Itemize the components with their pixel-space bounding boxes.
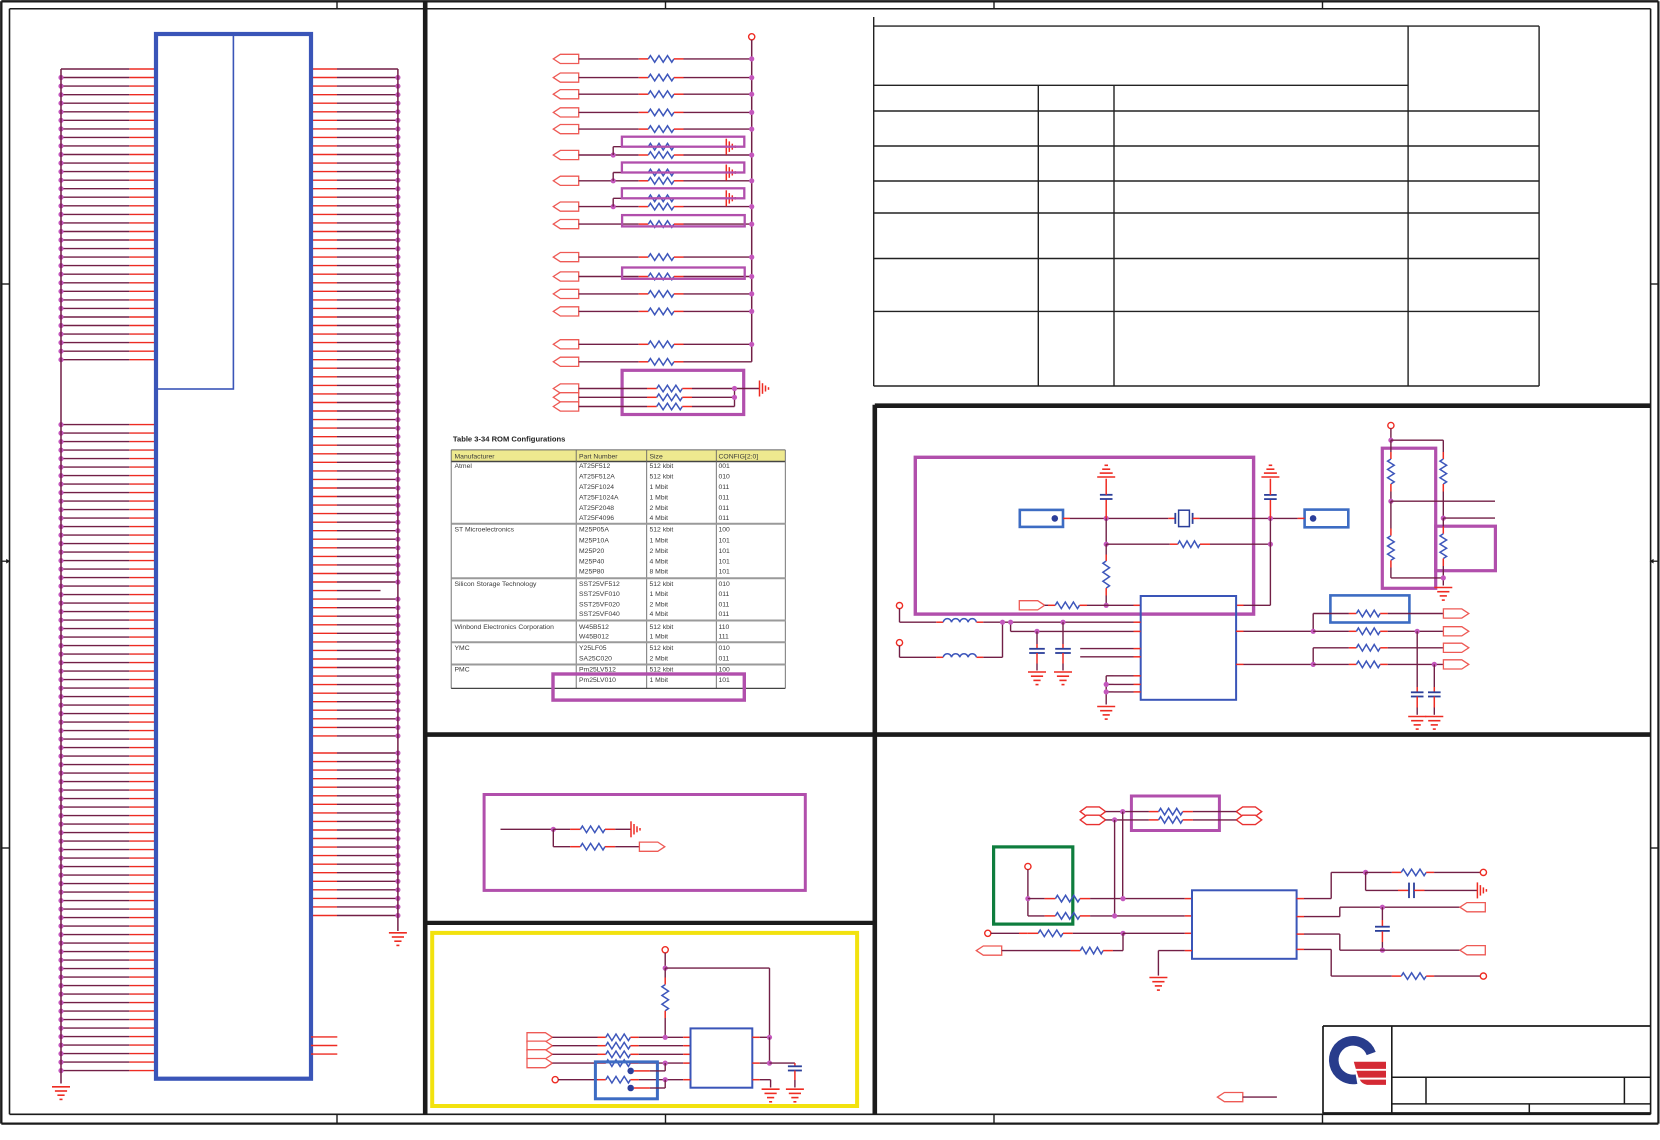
svg-text:Manufacturer: Manufacturer — [455, 453, 496, 460]
svg-text:512 kbit: 512 kbit — [650, 463, 674, 470]
svg-text:Winbond Electronics Corporatio: Winbond Electronics Corporation — [455, 624, 555, 631]
svg-text:AT25F1024: AT25F1024 — [579, 484, 614, 491]
svg-text:YMC: YMC — [455, 645, 470, 652]
svg-text:Table 3-34 ROM Configurations: Table 3-34 ROM Configurations — [453, 435, 566, 444]
svg-text:101: 101 — [719, 677, 731, 684]
svg-text:M25P80: M25P80 — [579, 569, 605, 576]
svg-text:2 Mbit: 2 Mbit — [650, 505, 669, 512]
svg-text:011: 011 — [719, 611, 730, 618]
svg-text:SST25VF040: SST25VF040 — [579, 611, 620, 618]
svg-text:M25P40: M25P40 — [579, 558, 605, 565]
svg-text:AT25F2048: AT25F2048 — [579, 505, 614, 512]
svg-text:011: 011 — [719, 515, 730, 522]
svg-text:512 kbit: 512 kbit — [650, 624, 674, 631]
svg-text:CONFIG[2:0]: CONFIG[2:0] — [719, 453, 759, 460]
svg-text:Pm25LV010: Pm25LV010 — [579, 677, 616, 684]
svg-text:M25P05A: M25P05A — [579, 527, 609, 534]
svg-text:010: 010 — [719, 474, 731, 481]
svg-text:AT25F4096: AT25F4096 — [579, 515, 614, 522]
svg-text:1 Mbit: 1 Mbit — [650, 537, 669, 544]
svg-text:1 Mbit: 1 Mbit — [650, 634, 669, 641]
svg-text:Silicon Storage Technology: Silicon Storage Technology — [455, 581, 537, 588]
svg-text:512 kbit: 512 kbit — [650, 645, 674, 652]
svg-text:PMC: PMC — [455, 667, 470, 674]
svg-text:1 Mbit: 1 Mbit — [650, 495, 669, 502]
svg-text:111: 111 — [719, 634, 730, 641]
svg-text:ST Microelectronics: ST Microelectronics — [455, 527, 515, 534]
svg-text:AT25F512A: AT25F512A — [579, 474, 615, 481]
svg-text:M25P10A: M25P10A — [579, 537, 609, 544]
svg-text:2 Mbit: 2 Mbit — [650, 656, 669, 663]
svg-text:101: 101 — [719, 548, 731, 555]
svg-text:Atmel: Atmel — [455, 463, 473, 470]
svg-text:2 Mbit: 2 Mbit — [650, 601, 669, 608]
svg-text:011: 011 — [719, 484, 730, 491]
svg-text:SST25VF020: SST25VF020 — [579, 601, 620, 608]
svg-text:010: 010 — [719, 645, 731, 652]
svg-text:SST25VF512: SST25VF512 — [579, 581, 620, 588]
svg-text:1 Mbit: 1 Mbit — [650, 677, 669, 684]
svg-text:512 kbit: 512 kbit — [650, 474, 674, 481]
svg-text:101: 101 — [719, 537, 731, 544]
svg-text:SST25VF010: SST25VF010 — [579, 591, 620, 598]
svg-text:1 Mbit: 1 Mbit — [650, 484, 669, 491]
svg-text:8 Mbit: 8 Mbit — [650, 569, 669, 576]
svg-text:101: 101 — [719, 569, 731, 576]
svg-text:M25P20: M25P20 — [579, 548, 605, 555]
svg-text:110: 110 — [719, 624, 730, 631]
svg-text:101: 101 — [719, 558, 731, 565]
svg-text:4 Mbit: 4 Mbit — [650, 515, 669, 522]
svg-text:010: 010 — [719, 581, 731, 588]
svg-text:Part Number: Part Number — [579, 453, 618, 460]
svg-text:Y25LF05: Y25LF05 — [579, 645, 607, 652]
svg-text:W45B512: W45B512 — [579, 624, 609, 631]
svg-text:SA25C020: SA25C020 — [579, 656, 612, 663]
svg-text:011: 011 — [719, 601, 730, 608]
svg-text:4 Mbit: 4 Mbit — [650, 611, 669, 618]
svg-text:512 kbit: 512 kbit — [650, 581, 674, 588]
svg-text:2 Mbit: 2 Mbit — [650, 548, 669, 555]
svg-text:AT25F1024A: AT25F1024A — [579, 495, 619, 502]
svg-text:1 Mbit: 1 Mbit — [650, 591, 669, 598]
svg-text:011: 011 — [719, 656, 730, 663]
svg-text:512 kbit: 512 kbit — [650, 527, 674, 534]
svg-text:W45B012: W45B012 — [579, 634, 609, 641]
svg-text:001: 001 — [719, 463, 731, 470]
svg-text:011: 011 — [719, 505, 730, 512]
svg-text:Size: Size — [650, 453, 663, 460]
svg-text:011: 011 — [719, 591, 730, 598]
svg-text:AT25F512: AT25F512 — [579, 463, 610, 470]
svg-text:100: 100 — [719, 527, 731, 534]
svg-text:011: 011 — [719, 495, 730, 502]
svg-text:4 Mbit: 4 Mbit — [650, 558, 669, 565]
